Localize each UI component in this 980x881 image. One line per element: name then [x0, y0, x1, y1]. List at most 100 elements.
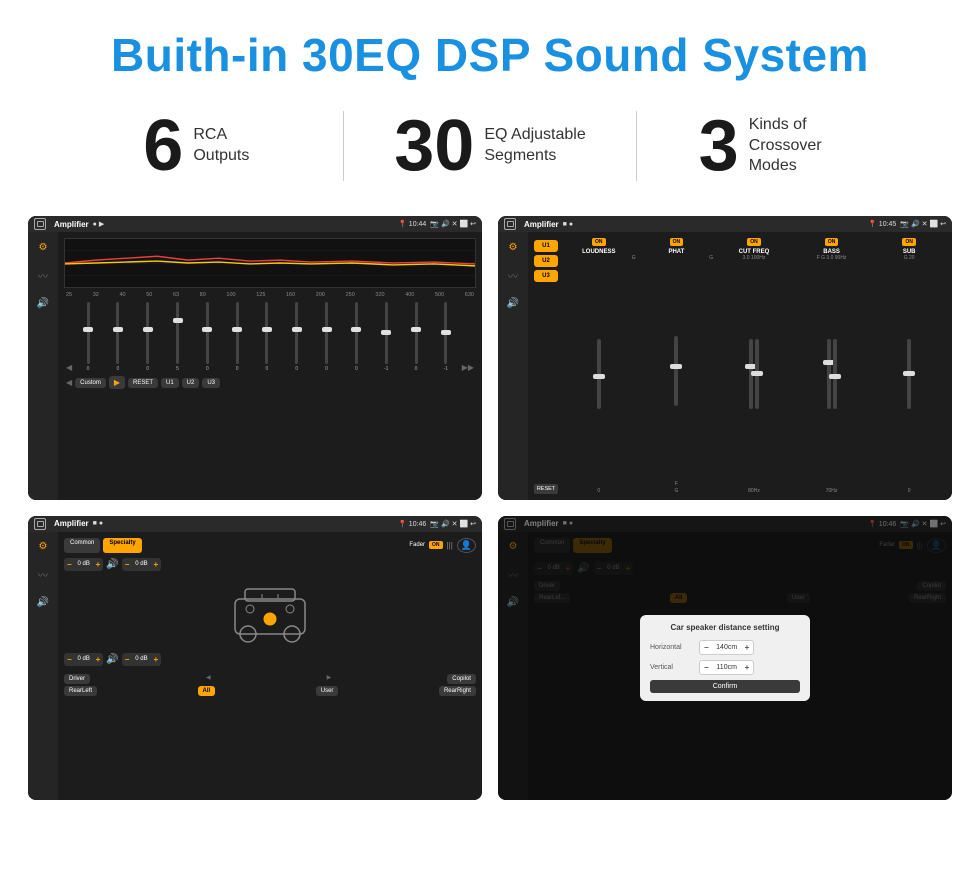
stat-divider-2: [636, 111, 637, 181]
amp-icon-wave[interactable]: 〰: [504, 266, 522, 284]
eq-icon-active[interactable]: ⚙: [34, 238, 52, 256]
cx-tabs: Common Specialty Fader ON ||| 👤: [64, 538, 476, 553]
bass-slider-area: F G 3.0 90Hz 70Hz: [795, 255, 869, 494]
cx-row-2: − 0 dB + 🔊 − 0 dB +: [64, 653, 476, 666]
cx-plus-3[interactable]: +: [96, 655, 101, 664]
cx-main: Common Specialty Fader ON ||| 👤: [58, 532, 482, 800]
cx-status-bar: Amplifier ■ ● 📍 10:46 📷 🔊 ✕ ⬜ ↩: [28, 516, 482, 532]
cx-minus-4[interactable]: −: [125, 655, 130, 664]
amp-channel-bass: ON BASS F G 3.0 90Hz 70Hz: [795, 238, 869, 494]
eq-custom-label: Custom: [75, 378, 106, 388]
cx-icon-active[interactable]: ⚙: [34, 538, 52, 556]
loudness-slider-area: G 0: [562, 255, 636, 494]
cx-on-toggle[interactable]: ON: [429, 541, 443, 549]
eq-icon-speaker[interactable]: 🔊: [34, 294, 52, 312]
amp-sidebar: ⚙ 〰 🔊: [498, 232, 528, 500]
loudness-on-badge[interactable]: ON: [592, 238, 606, 246]
stats-row: 6 RCAOutputs 30 EQ AdjustableSegments 3 …: [0, 100, 980, 206]
dialog-vertical-minus[interactable]: −: [704, 663, 709, 672]
dialog-vertical-label: Vertical: [650, 664, 695, 671]
dialog-vertical-control: − 110cm +: [699, 660, 754, 675]
cx-val-4: 0 dB: [131, 656, 151, 662]
eq-u2-btn[interactable]: U2: [182, 378, 200, 388]
cx-copilot-btn[interactable]: Copilot: [447, 674, 476, 684]
dialog-vertical-plus[interactable]: +: [745, 663, 750, 672]
eq-reset-btn[interactable]: RESET: [128, 378, 158, 388]
eq-nav-right[interactable]: ▶▶: [462, 363, 474, 372]
amp-dots: ■ ●: [563, 221, 573, 228]
dialog-horizontal-value: 140cm: [712, 644, 742, 651]
amp-u2-btn[interactable]: U2: [534, 255, 558, 267]
eq-slider-4: 0: [193, 302, 221, 372]
eq-slider-0: 0: [74, 302, 102, 372]
amp-app-name: Amplifier: [524, 220, 559, 229]
phat-on-badge[interactable]: ON: [670, 238, 684, 246]
cx-tab-common[interactable]: Common: [64, 538, 100, 553]
cx-minus-3[interactable]: −: [67, 655, 72, 664]
eq-u1-btn[interactable]: U1: [161, 378, 179, 388]
stat-eq-number: 30: [394, 110, 474, 182]
dialog-horizontal-plus[interactable]: +: [745, 643, 750, 652]
dialog-confirm-button[interactable]: Confirm: [650, 680, 800, 693]
cx-db-box-2: − 0 dB +: [122, 558, 161, 571]
distance-screen-container: Amplifier ■ ● 📍 10:46 📷 🔊 ✕ ⬜ ↩ ⚙ 〰 🔊 Co…: [498, 516, 952, 800]
amp-u3-btn[interactable]: U3: [534, 270, 558, 282]
stat-crossover: 3 Kinds ofCrossover Modes: [647, 110, 920, 182]
amp-channel-cutfreq: ON CUT FREQ 3.0 100Hz 80Hz: [717, 238, 791, 494]
dialog-vertical-row: Vertical − 110cm +: [650, 660, 800, 675]
cx-rearright-btn[interactable]: RearRight: [439, 686, 476, 696]
page-title: Buith-in 30EQ DSP Sound System: [0, 0, 980, 100]
cx-speaker-icon-2: 🔊: [106, 654, 118, 665]
sub-on-badge[interactable]: ON: [902, 238, 916, 246]
bass-on-badge[interactable]: ON: [825, 238, 839, 246]
amp-reset-btn[interactable]: RESET: [534, 484, 558, 494]
cx-home-icon[interactable]: [34, 518, 46, 530]
stat-rca: 6 RCAOutputs: [60, 110, 333, 182]
cx-all-btn[interactable]: All: [198, 686, 216, 696]
cx-driver-btn[interactable]: Driver: [64, 674, 90, 684]
eq-slider-9: 0: [342, 302, 370, 372]
amp-channels: ON LOUDNESS G 0: [562, 238, 946, 494]
cx-user-btn[interactable]: User: [316, 686, 339, 696]
eq-slider-3: 5: [164, 302, 192, 372]
cx-row-1: − 0 dB + 🔊 − 0 dB +: [64, 558, 476, 571]
cx-profile-icon[interactable]: 👤: [457, 538, 476, 553]
eq-u3-btn[interactable]: U3: [202, 378, 220, 388]
cx-tab-specialty[interactable]: Specialty: [103, 538, 141, 553]
cx-car-diagram: [220, 579, 320, 649]
cx-val-1: 0 dB: [74, 561, 94, 567]
screenshots-grid: Amplifier ● ▶ 📍 10:44 📷 🔊 ✕ ⬜ ↩ ⚙ 〰 🔊: [0, 206, 980, 828]
cx-left-arrow[interactable]: ◀: [206, 674, 211, 684]
cx-minus-1[interactable]: −: [67, 560, 72, 569]
cx-right-arrow[interactable]: ▶: [327, 674, 332, 684]
cx-icon-speaker[interactable]: 🔊: [34, 594, 52, 612]
cutfreq-on-badge[interactable]: ON: [747, 238, 761, 246]
cx-rearleft-btn[interactable]: RearLeft: [64, 686, 97, 696]
eq-slider-11: 0: [402, 302, 430, 372]
cx-sliders-icon: |||: [447, 541, 453, 550]
amp-icon-active[interactable]: ⚙: [504, 238, 522, 256]
amp-home-icon[interactable]: [504, 218, 516, 230]
amp-icon-speaker[interactable]: 🔊: [504, 294, 522, 312]
cx-minus-2[interactable]: −: [125, 560, 130, 569]
amp-u1-btn[interactable]: U1: [534, 240, 558, 252]
cx-plus-1[interactable]: +: [96, 560, 101, 569]
cx-bottom-labels: Driver ◀ ▶ Copilot: [64, 674, 476, 684]
home-icon[interactable]: [34, 218, 46, 230]
eq-play[interactable]: ▶: [109, 376, 125, 389]
cx-icon-wave[interactable]: 〰: [34, 566, 52, 584]
cutfreq-slider-area: 3.0 100Hz 80Hz: [717, 255, 791, 494]
stat-rca-label: RCAOutputs: [193, 125, 249, 167]
amp-time: 📍 10:45: [868, 220, 896, 228]
cx-bottom-row2: RearLeft All User RearRight: [64, 686, 476, 696]
eq-prev[interactable]: ◀: [66, 378, 72, 387]
distance-dialog-overlay: Car speaker distance setting Horizontal …: [528, 532, 952, 800]
cx-plus-4[interactable]: +: [153, 655, 158, 664]
dialog-horizontal-minus[interactable]: −: [704, 643, 709, 652]
eq-nav-left[interactable]: ◀: [66, 363, 72, 372]
eq-status-bar: Amplifier ● ▶ 📍 10:44 📷 🔊 ✕ ⬜ ↩: [28, 216, 482, 232]
stat-eq-label: EQ AdjustableSegments: [484, 125, 585, 167]
cx-plus-2[interactable]: +: [153, 560, 158, 569]
stat-eq: 30 EQ AdjustableSegments: [354, 110, 627, 182]
eq-icon-wave[interactable]: 〰: [34, 266, 52, 284]
